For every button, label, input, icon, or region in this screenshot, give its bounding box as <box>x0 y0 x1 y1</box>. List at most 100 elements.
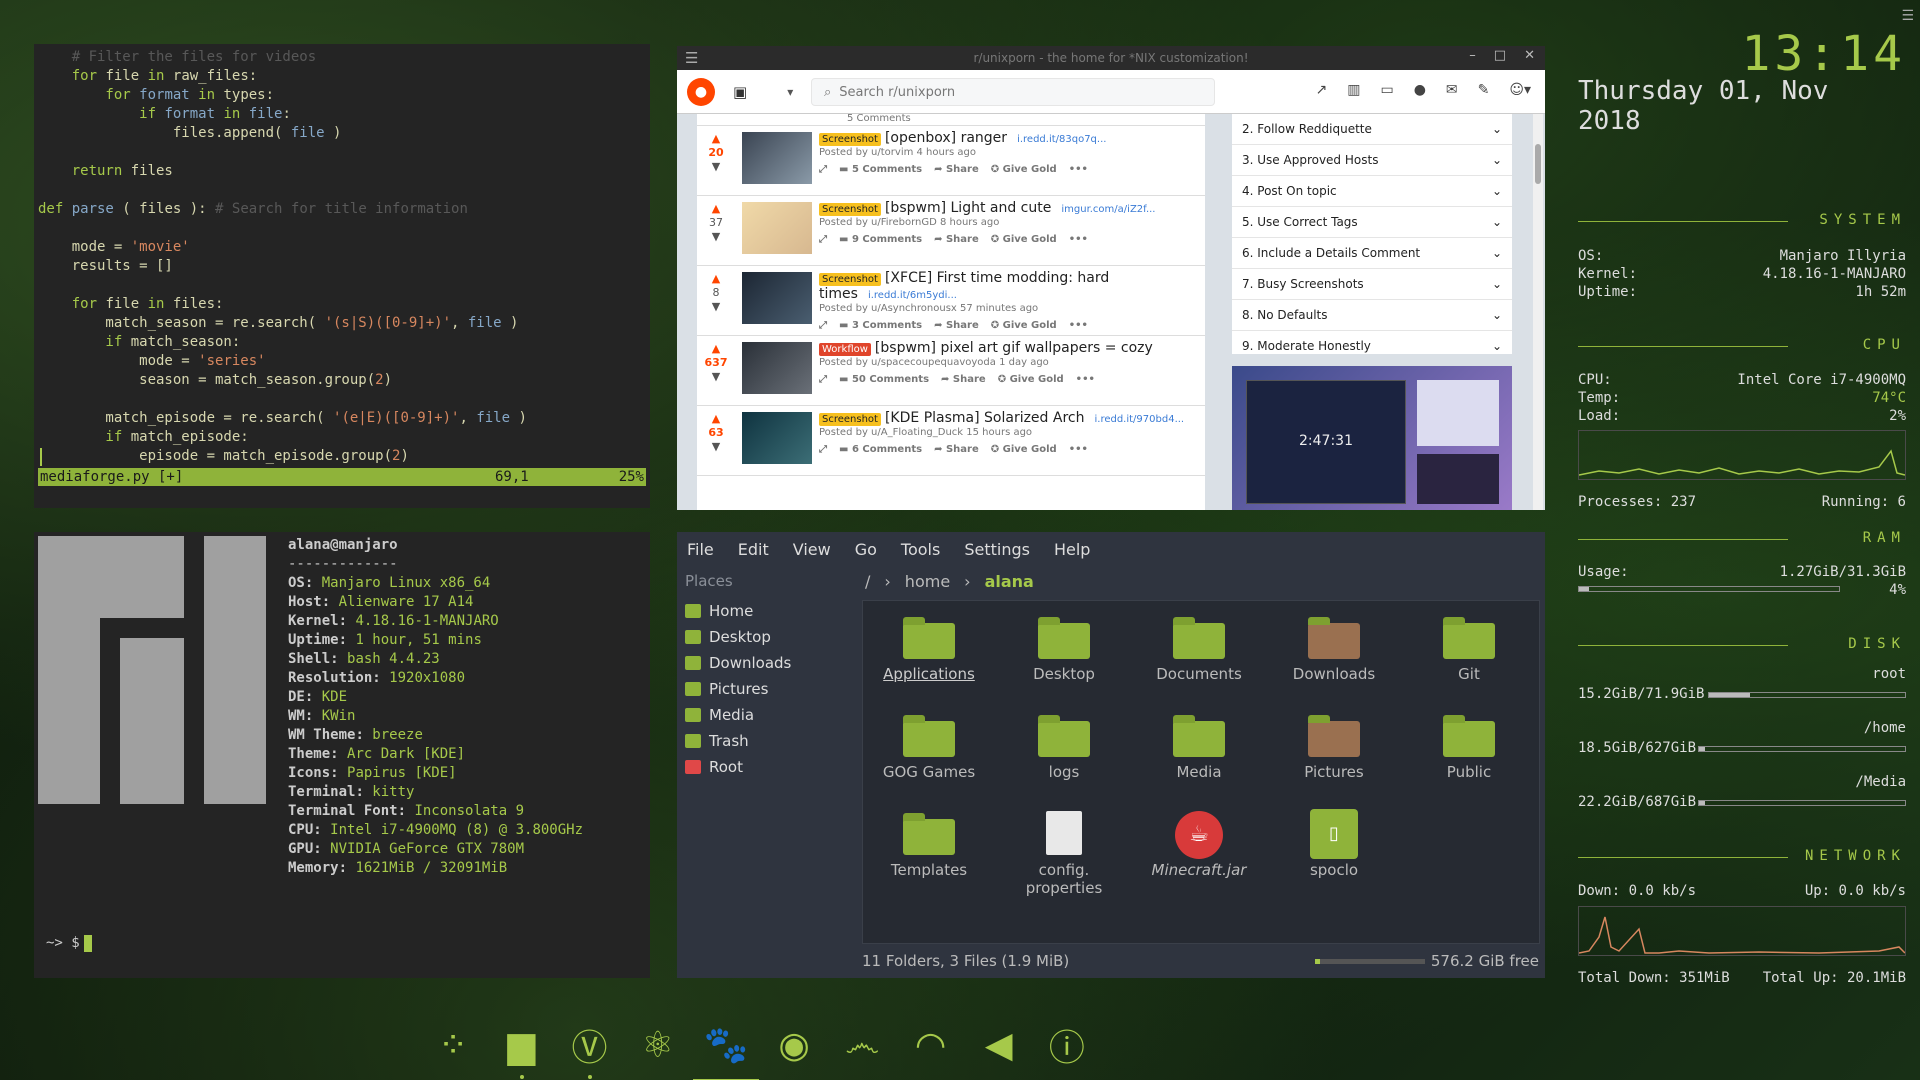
post-domain[interactable]: i.redd.it/83qo7q... <box>1017 134 1106 145</box>
menu-item[interactable]: View <box>793 540 831 560</box>
file-item[interactable]: Git <box>1407 601 1531 683</box>
comments-button[interactable]: ▬ 6 Comments <box>839 444 922 455</box>
place-item[interactable]: Media <box>685 702 845 728</box>
upvote-icon[interactable]: ▲ <box>701 342 731 356</box>
share-button[interactable]: ➦ Share <box>934 164 979 175</box>
kdeconnect-icon[interactable]: ⁘ <box>430 1021 476 1069</box>
crumb-current[interactable]: alana <box>985 572 1034 591</box>
wifi-icon[interactable]: ◠ <box>907 1021 953 1069</box>
minimize-icon[interactable]: – <box>1469 48 1476 63</box>
post-domain[interactable]: imgur.com/a/iZ2f... <box>1061 204 1155 215</box>
notifications-icon[interactable]: ⓘ <box>1044 1021 1090 1069</box>
file-item[interactable]: ☕ Minecraft.jar <box>1137 797 1261 879</box>
shell-prompt[interactable]: ~> $ <box>46 934 92 953</box>
more-icon[interactable]: ••• <box>1069 320 1088 331</box>
menu-item[interactable]: Help <box>1054 540 1090 560</box>
comments-button[interactable]: ▬ 50 Comments <box>839 374 929 385</box>
file-item[interactable]: Downloads <box>1272 601 1396 683</box>
rule-item[interactable]: 5. Use Correct Tags ⌄ <box>1232 207 1512 238</box>
expand-icon[interactable]: ⤢ <box>819 164 827 175</box>
downvote-icon[interactable]: ▼ <box>701 160 731 174</box>
upvote-icon[interactable]: ▲ <box>701 132 731 146</box>
menu-item[interactable]: Settings <box>964 540 1030 560</box>
place-item[interactable]: Root <box>685 754 845 780</box>
menu-item[interactable]: Go <box>855 540 877 560</box>
more-icon[interactable]: ••• <box>1069 234 1088 245</box>
post-domain[interactable]: i.redd.it/970bd4... <box>1094 414 1184 425</box>
expand-icon[interactable]: ⤢ <box>819 234 827 245</box>
give-gold-button[interactable]: ✪ Give Gold <box>991 164 1057 175</box>
post-title[interactable]: [KDE Plasma] Solarized Arch <box>885 410 1085 426</box>
post-thumbnail[interactable] <box>742 342 812 394</box>
post-title[interactable]: [bspwm] pixel art gif wallpapers = cozy <box>875 340 1153 356</box>
share-button[interactable]: ➦ Share <box>934 234 979 245</box>
chat-icon[interactable]: ● <box>1414 82 1426 98</box>
trending-icon[interactable]: ↗ <box>1315 82 1327 98</box>
place-item[interactable]: Home <box>685 598 845 624</box>
upvote-icon[interactable]: ▲ <box>701 272 731 286</box>
expand-icon[interactable]: ⤢ <box>819 374 827 385</box>
paw-icon[interactable]: 🐾 <box>692 1021 760 1080</box>
give-gold-button[interactable]: ✪ Give Gold <box>991 444 1057 455</box>
file-grid[interactable]: Applications Desktop Documents Downloads Git… <box>862 600 1540 944</box>
post-title[interactable]: [bspwm] Light and cute <box>885 200 1051 216</box>
file-item[interactable]: Media <box>1137 699 1261 781</box>
place-item[interactable]: Desktop <box>685 624 845 650</box>
cc-icon[interactable]: ▭ <box>1380 82 1393 98</box>
close-icon[interactable]: ✕ <box>1524 48 1535 63</box>
file-item[interactable]: ▯ spoclo <box>1272 797 1396 879</box>
comments-button[interactable]: ▬ 3 Comments <box>839 320 922 331</box>
place-item[interactable]: Trash <box>685 728 845 754</box>
rule-item[interactable]: 3. Use Approved Hosts ⌄ <box>1232 145 1512 176</box>
file-item[interactable]: config. properties <box>1002 797 1126 897</box>
stats-icon[interactable]: ▥ <box>1347 82 1360 98</box>
post-item[interactable]: ▲ 20 ▼ Screenshot [openbox] ranger i.redd.… <box>697 126 1205 196</box>
rule-item[interactable]: 9. Moderate Honestly ⌄ <box>1232 331 1512 354</box>
atom-icon[interactable]: ⚛ <box>635 1021 681 1069</box>
expand-icon[interactable]: ⤢ <box>819 444 827 455</box>
partial-comments[interactable]: 5 Comments <box>847 114 911 124</box>
upvote-icon[interactable]: ▲ <box>701 202 731 216</box>
more-icon[interactable]: ••• <box>1069 444 1088 455</box>
expand-icon[interactable]: ⤢ <box>819 320 827 331</box>
menu-item[interactable]: Edit <box>738 540 769 560</box>
subreddit-dropdown-icon[interactable]: ▾ <box>787 85 793 99</box>
comments-button[interactable]: ▬ 9 Comments <box>839 234 922 245</box>
post-item[interactable]: ▲ 37 ▼ Screenshot [bspwm] Light and cute i… <box>697 196 1205 266</box>
post-thumbnail[interactable] <box>742 132 812 184</box>
downvote-icon[interactable]: ▼ <box>701 230 731 244</box>
maximize-icon[interactable]: □ <box>1494 48 1506 63</box>
give-gold-button[interactable]: ✪ Give Gold <box>998 374 1064 385</box>
subreddit-icon[interactable]: ▣ <box>733 83 747 101</box>
downvote-icon[interactable]: ▼ <box>701 300 731 314</box>
file-item[interactable]: GOG Games <box>867 699 991 781</box>
share-button[interactable]: ➦ Share <box>934 444 979 455</box>
reddit-logo-icon[interactable]: ● <box>687 77 715 106</box>
more-icon[interactable]: ••• <box>1069 164 1088 175</box>
downvote-icon[interactable]: ▼ <box>701 440 731 454</box>
more-icon[interactable]: ••• <box>1076 374 1095 385</box>
rule-item[interactable]: 2. Follow Reddiquette ⌄ <box>1232 114 1512 145</box>
vim-terminal[interactable]: # Filter the files for videos for file i… <box>34 44 650 508</box>
place-item[interactable]: Pictures <box>685 676 845 702</box>
file-item[interactable]: Applications <box>867 601 991 683</box>
give-gold-button[interactable]: ✪ Give Gold <box>991 320 1057 331</box>
place-item[interactable]: Downloads <box>685 650 845 676</box>
code-editor[interactable]: # Filter the files for videos for file i… <box>34 44 650 466</box>
mustache-icon[interactable]: ෴ <box>839 1021 885 1069</box>
downvote-icon[interactable]: ▼ <box>701 370 731 384</box>
post-item[interactable]: ▲ 63 ▼ Screenshot [KDE Plasma] Solarized … <box>697 406 1205 476</box>
mail-icon[interactable]: ✉ <box>1446 82 1458 98</box>
window-menu-icon[interactable]: ☰ <box>685 49 698 67</box>
crumb-home[interactable]: home <box>905 572 950 591</box>
share-button[interactable]: ➦ Share <box>941 374 986 385</box>
rule-item[interactable]: 7. Busy Screenshots ⌄ <box>1232 269 1512 300</box>
rule-item[interactable]: 6. Include a Details Comment ⌄ <box>1232 238 1512 269</box>
post-thumbnail[interactable] <box>742 202 812 254</box>
file-item[interactable]: Desktop <box>1002 601 1126 683</box>
menu-item[interactable]: Tools <box>901 540 940 560</box>
menu-item[interactable]: File <box>687 540 714 560</box>
comments-button[interactable]: ▬ 5 Comments <box>839 164 922 175</box>
post-domain[interactable]: i.redd.it/6m5ydi... <box>868 290 957 301</box>
file-item[interactable]: Documents <box>1137 601 1261 683</box>
